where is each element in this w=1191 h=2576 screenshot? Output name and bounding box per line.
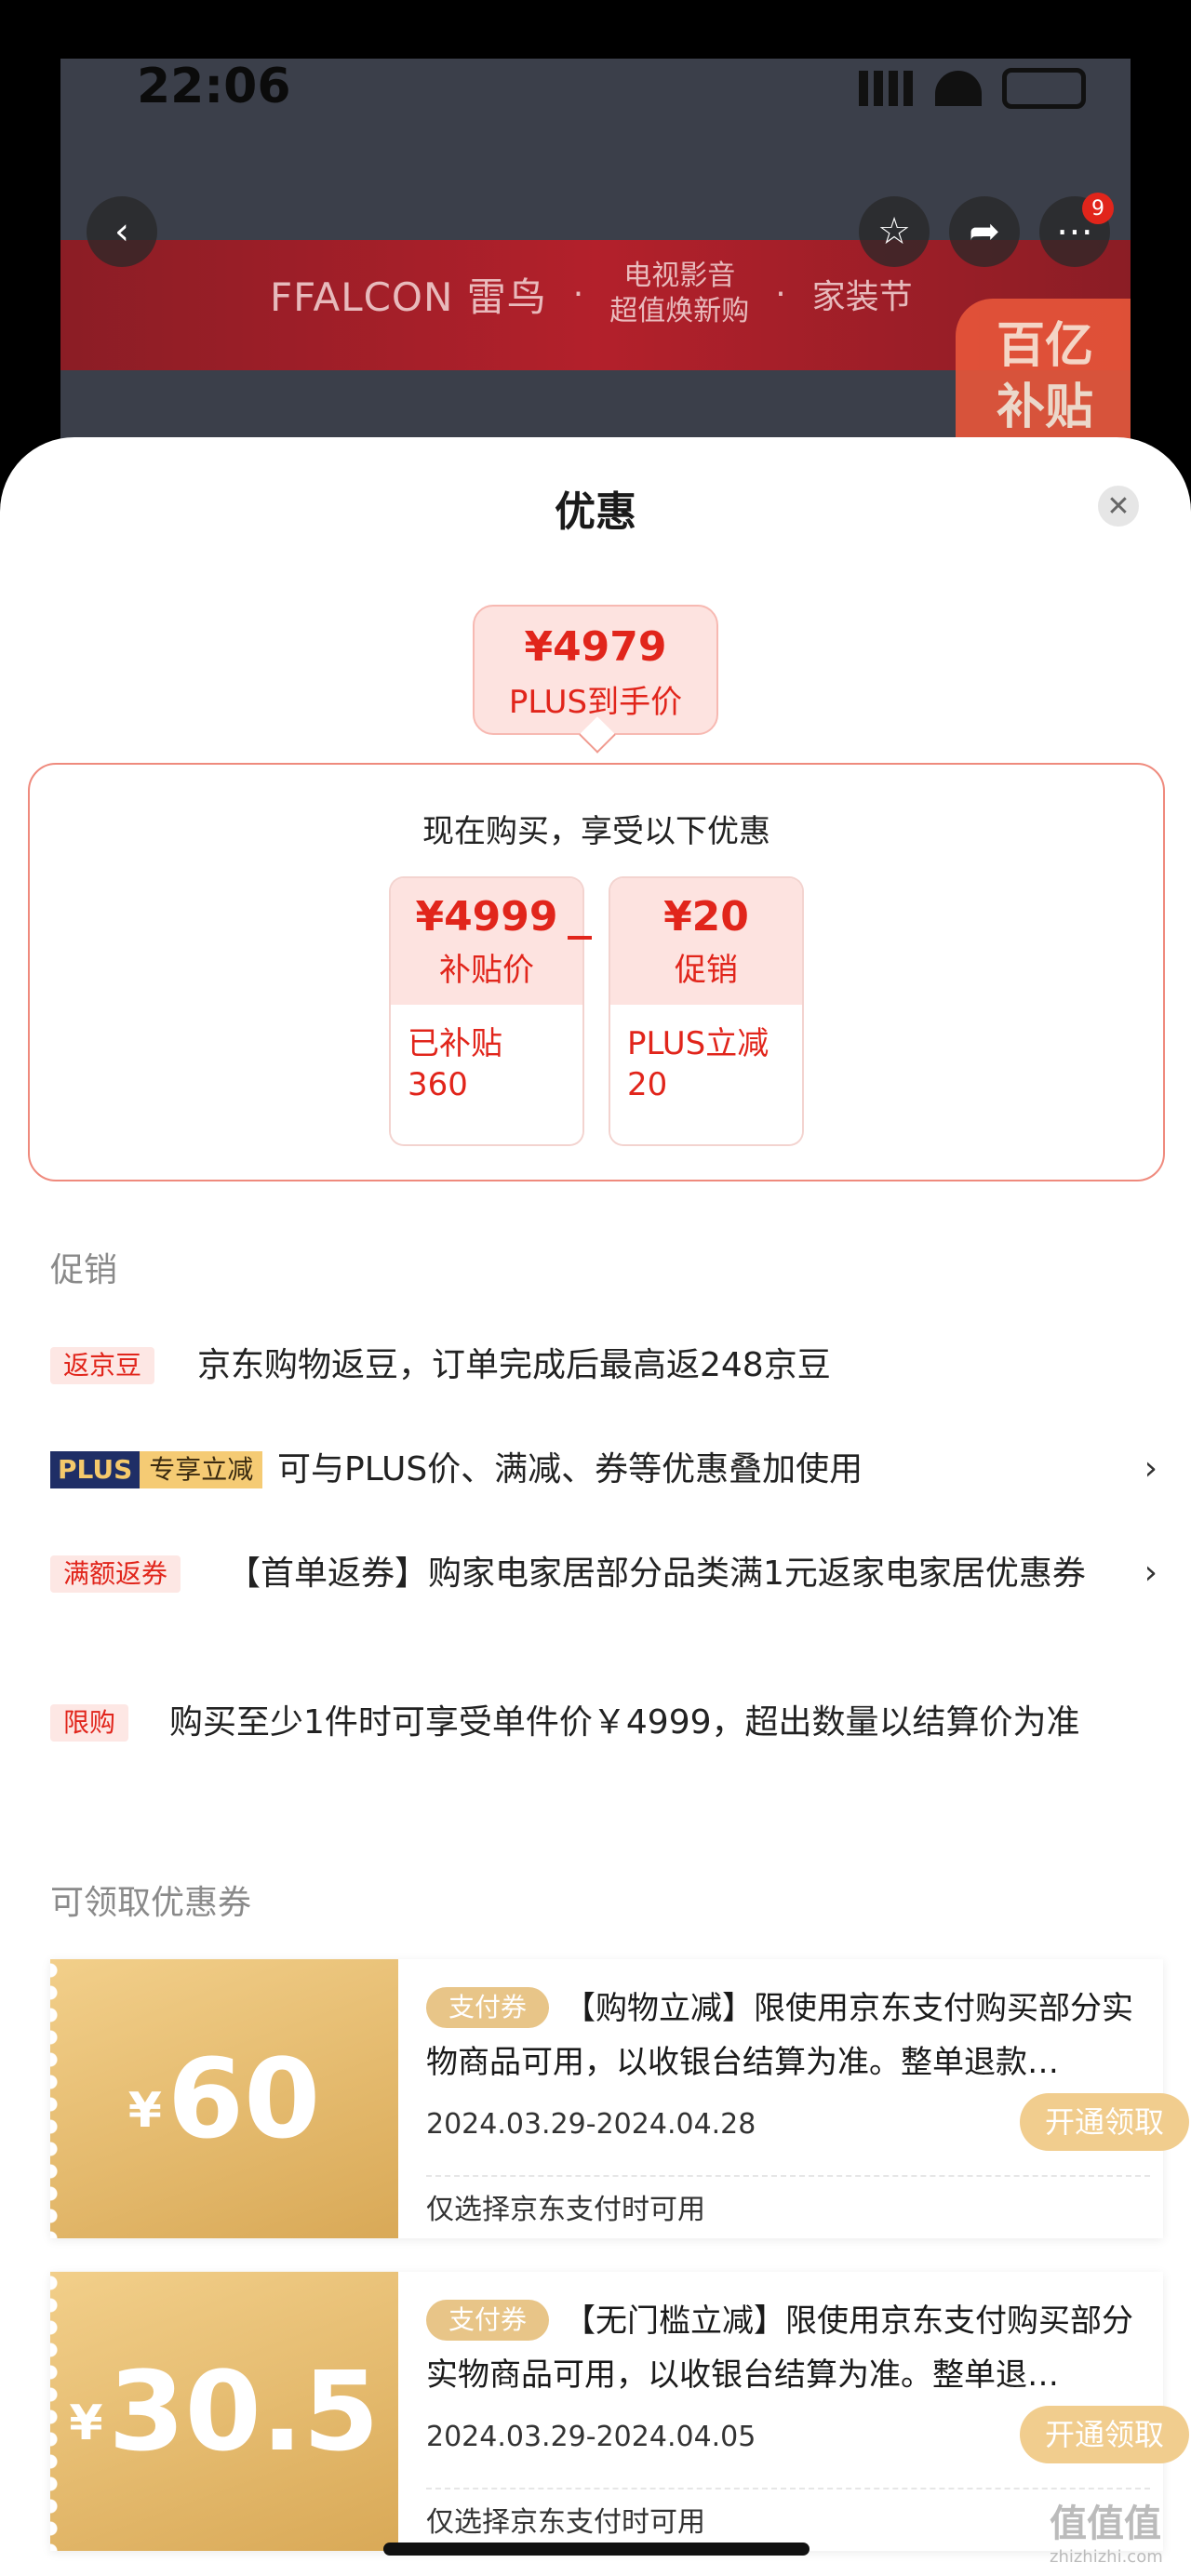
promo-text: 可与PLUS价、满减、券等优惠叠加使用 (277, 1450, 863, 1488)
coupon-date-range: 2024.03.29-2024.04.05 (426, 2421, 756, 2453)
coupon-amount: 30.5 (108, 2347, 380, 2476)
chevron-right-icon: › (1144, 1449, 1158, 1488)
promotion-label: 促销 (675, 952, 738, 989)
site-watermark: 值值值 zhizhizhi.com (1050, 2503, 1163, 2567)
banner-brand: FFALCON 雷鸟 (270, 274, 547, 320)
chevron-right-icon: › (1144, 1554, 1158, 1592)
coupon-note: 仅选择京东支付时可用 (426, 2506, 705, 2539)
claim-coupon-button[interactable]: 开通领取 (1020, 2093, 1189, 2151)
banner-event: 家装节 (811, 278, 913, 316)
discount-sheet: 优惠 ✕ ¥4979 PLUS到手价 现在购买，享受以下优惠 ¥4999 补贴价… (0, 437, 1191, 2576)
breakdown-title: 现在购买，享受以下优惠 (422, 813, 770, 850)
subsidy-detail-label: 已补贴 (408, 1025, 502, 1062)
status-icons (859, 68, 1086, 109)
coupon-card: ¥ 60 【购物立减】限使用京东支付购买部分实物商品可用，以收银台结算为准。整单… (50, 1959, 1189, 2238)
subsidy-price-card: ¥4999 补贴价 已补贴 360 (391, 878, 582, 1144)
coupon-amount: 60 (167, 2035, 321, 2163)
coupons-header: 可领取优惠券 (50, 1884, 252, 1922)
wifi-icon (935, 71, 982, 106)
bubble-pointer (579, 716, 616, 754)
close-icon: ✕ (1106, 489, 1131, 523)
coupon-type-tag: 支付券 (426, 1987, 549, 2028)
favorite-button[interactable]: ☆ (859, 196, 930, 267)
plus-promo-tag: PLUS 专享立减 (50, 1451, 263, 1488)
subsidy-price-label: 补贴价 (439, 952, 534, 989)
final-price-bubble: ¥4979 PLUS到手价 (473, 605, 718, 754)
coupon-note: 仅选择京东支付时可用 (426, 2194, 705, 2226)
promotion-value: ¥20 (663, 893, 749, 941)
subsidy-detail-value: 360 (408, 1066, 468, 1103)
coupon-currency: ¥ (69, 2396, 103, 2451)
home-indicator[interactable] (383, 2543, 810, 2556)
promo-row-limit: 限购 购买至少1件时可享受单件价￥4999，超出数量以结算价为准 (50, 1699, 1158, 1803)
promo-text: 【首单返券】购家电家居部分品类满1元返家电家居优惠券 (227, 1555, 1086, 1593)
star-icon: ☆ (877, 210, 911, 253)
final-price-label: PLUS到手价 (508, 684, 683, 721)
share-icon: ➦ (969, 210, 1000, 253)
promotion-detail-label: PLUS立减 (627, 1025, 769, 1062)
status-time: 22:06 (137, 59, 291, 114)
price-breakdown: 现在购买，享受以下优惠 ¥4999 补贴价 已补贴 360 ¥20 促销 PLU… (28, 763, 1165, 1181)
promo-text: 京东购物返豆，订单完成后最高返248京豆 (197, 1346, 831, 1384)
status-bar: 22:06 (60, 59, 1131, 142)
signal-icon (859, 71, 915, 106)
promo-text: 购买至少1件时可享受单件价￥4999，超出数量以结算价为准 (169, 1703, 1080, 1742)
banner-slogan: 电视影音 超值焕新购 (609, 260, 750, 327)
share-button[interactable]: ➦ (949, 196, 1020, 267)
promo-tag: 返京豆 (50, 1347, 155, 1384)
sheet-title: 优惠 (555, 488, 636, 536)
coupon-type-tag: 支付券 (426, 2300, 549, 2341)
promo-row-jingdou: 返京豆 京东购物返豆，订单完成后最高返248京豆 (50, 1341, 1158, 1397)
promotion-detail-value: 20 (627, 1066, 668, 1103)
back-button[interactable]: ‹ (87, 196, 157, 267)
promo-tag: 满额返券 (50, 1555, 181, 1593)
promotions-header: 促销 (50, 1251, 118, 1289)
coupon-amount-panel: ¥ 30.5 (50, 2272, 398, 2551)
claim-coupon-button[interactable]: 开通领取 (1020, 2406, 1189, 2463)
coupon-details: 【购物立减】限使用京东支付购买部分实物商品可用，以收银台结算为准。整单退款… 支… (398, 1959, 1189, 2238)
promo-row-coupon-return[interactable]: 满额返券 【首单返券】购家电家居部分品类满1元返家电家居优惠券 › (50, 1550, 1158, 1654)
coupon-amount-panel: ¥ 60 (50, 1959, 398, 2238)
coupon-card: ¥ 30.5 【无门槛立减】限使用京东支付购买部分实物商品可用，以收银台结算为准… (50, 2272, 1189, 2551)
coupon-currency: ¥ (127, 2083, 162, 2139)
notification-badge: 9 (1082, 193, 1114, 224)
close-button[interactable]: ✕ (1098, 486, 1139, 527)
minus-sign (568, 936, 592, 940)
background-product-page: 22:06 FFALCON 雷鸟 · 电视影音 超值焕新购 · 家装节 ‹ ☆ … (60, 59, 1131, 468)
chevron-left-icon: ‹ (114, 210, 129, 253)
subsidy-price-value: ¥4999 (415, 893, 558, 941)
battery-icon (1002, 68, 1086, 109)
coupon-details: 【无门槛立减】限使用京东支付购买部分实物商品可用，以收银台结算为准。整单退… 支… (398, 2272, 1189, 2551)
promo-row-plus[interactable]: PLUS 专享立减 可与PLUS价、满减、券等优惠叠加使用 › (50, 1446, 1158, 1502)
coupon-date-range: 2024.03.29-2024.04.28 (426, 2108, 756, 2141)
promo-tag: 限购 (50, 1704, 129, 1742)
divider (426, 2175, 1150, 2177)
final-price-amount: ¥4979 (524, 623, 667, 671)
promotion-card: ¥20 促销 PLUS立减 20 (610, 878, 802, 1144)
divider (426, 2488, 1150, 2489)
